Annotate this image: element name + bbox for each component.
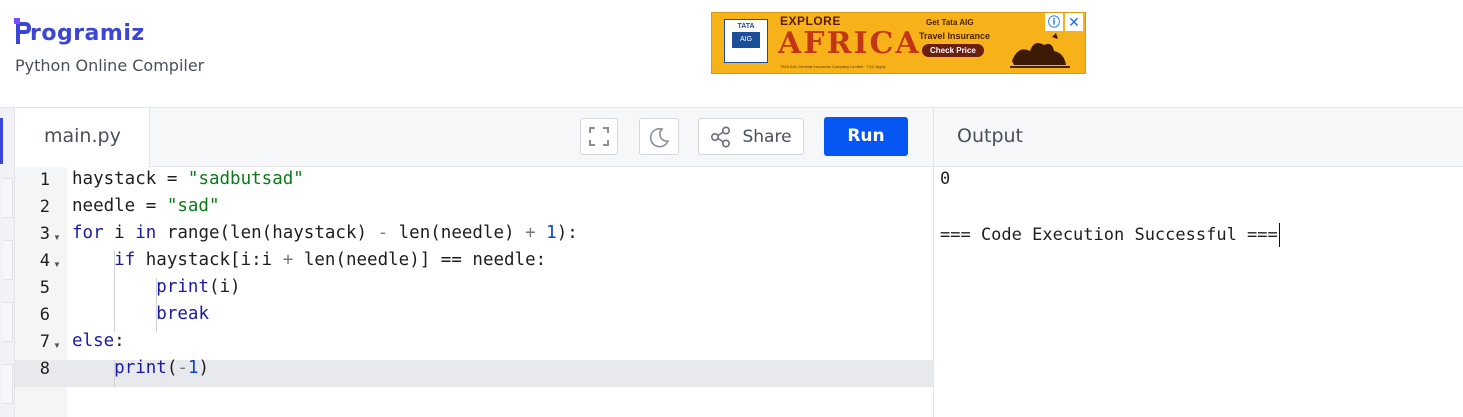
lion-icon (1010, 33, 1070, 68)
line-number: 6 (39, 305, 50, 325)
code-line-5: print(i) (156, 277, 241, 297)
text-cursor (1278, 223, 1280, 247)
ad-banner[interactable]: TATA AIG EXPLORE AFRICA Get Tata AIG Tra… (711, 12, 1086, 74)
programiz-logo[interactable]: rogramiz (14, 12, 145, 48)
ad-line2: Travel Insurance (919, 31, 991, 41)
editor-toolbar: main.py Share Run (15, 108, 933, 167)
code-line-2: needle = "sad" (72, 196, 220, 216)
share-label: Share (742, 126, 792, 147)
line-number: 7 (39, 332, 50, 352)
line-number: 4 (39, 251, 50, 271)
dark-mode-button[interactable] (639, 118, 679, 155)
code-line-8: print(-1) (114, 358, 210, 378)
page-subtitle: Python Online Compiler (15, 56, 205, 75)
code-line-4: if haystack[i:i + len(needle)] == needle… (114, 250, 547, 270)
line-number: 1 (39, 170, 50, 190)
fold-arrow-icon[interactable]: ▼ (53, 233, 61, 242)
share-icon (711, 125, 731, 148)
line-number: 2 (39, 197, 50, 217)
sidebar-item[interactable] (3, 302, 13, 342)
sidebar-active-indicator (0, 118, 3, 164)
output-success-text: === Code Execution Successful === (940, 225, 1278, 245)
output-console[interactable] (934, 167, 1463, 417)
fold-arrow-icon[interactable]: ▼ (53, 341, 61, 350)
share-button[interactable]: Share (698, 118, 804, 155)
logo-text: rogramiz (30, 21, 145, 46)
programiz-logo-icon (14, 18, 32, 48)
close-icon[interactable]: ✕ (1065, 13, 1083, 31)
ad-headline-main: AFRICA (778, 26, 921, 61)
code-line-7: else: (72, 331, 125, 351)
output-line-3: === Code Execution Successful === (940, 223, 1280, 247)
left-sidebar (0, 108, 15, 417)
ad-cta-button[interactable]: Check Price (922, 44, 984, 57)
code-line-6: break (156, 304, 209, 324)
site-header: rogramiz Python Online Compiler TATA AIG… (0, 0, 1463, 108)
line-number: 3 (39, 224, 50, 244)
line-number: 5 (39, 278, 50, 298)
fullscreen-button[interactable] (580, 118, 618, 155)
output-header: Output (934, 108, 1463, 167)
sidebar-item[interactable] (3, 178, 13, 218)
output-line-1: 0 (940, 169, 951, 189)
fold-arrow-icon[interactable]: ▼ (53, 260, 61, 269)
ad-brand: TATA (737, 23, 755, 30)
output-title: Output (957, 125, 1023, 147)
ad-brand-logo: TATA AIG (724, 19, 768, 63)
code-line-1: haystack = "sadbutsad" (72, 169, 304, 189)
ad-fine-print: TATA AIG General Insurance Company Limit… (780, 64, 886, 69)
line-number: 8 (39, 359, 50, 379)
sidebar-item[interactable] (3, 240, 13, 280)
fullscreen-icon (589, 127, 609, 146)
sidebar-item[interactable] (3, 364, 13, 404)
run-button[interactable]: Run (824, 117, 908, 156)
info-icon[interactable]: ⓘ (1045, 13, 1063, 31)
tab-main-py[interactable]: main.py (15, 108, 150, 167)
ad-brand-sub: AIG (732, 32, 760, 48)
code-line-3: for i in range(len(haystack) - len(needl… (72, 223, 578, 243)
ad-line1: Get Tata AIG (926, 18, 974, 27)
moon-icon (649, 127, 670, 148)
